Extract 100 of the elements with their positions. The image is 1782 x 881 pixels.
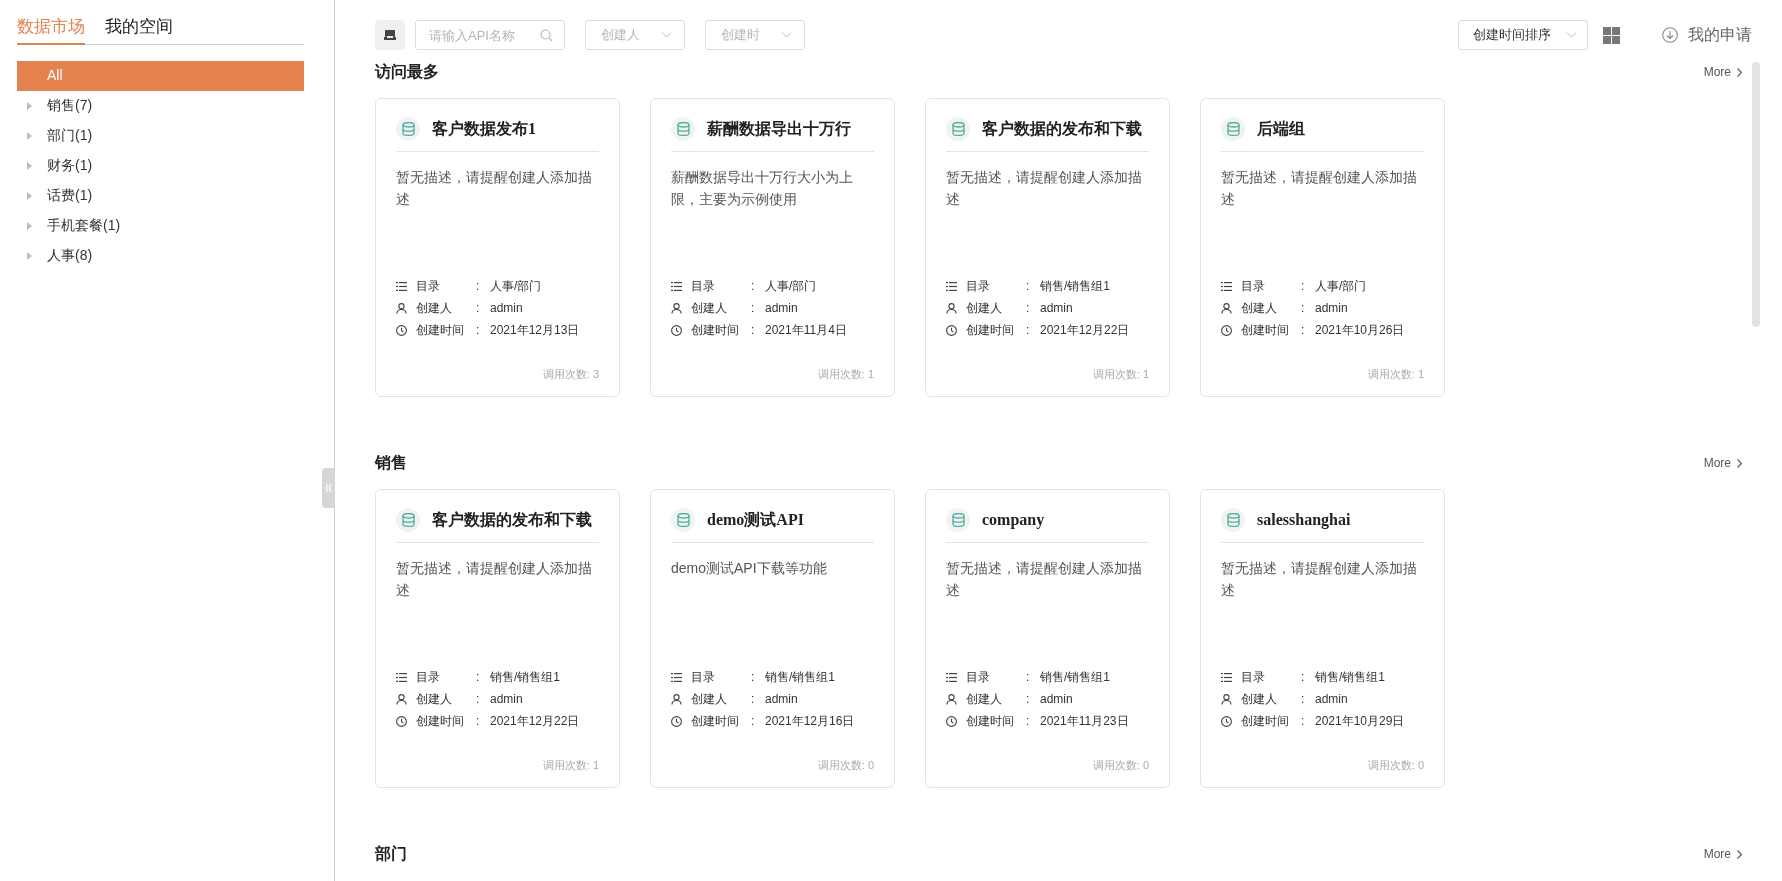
meta-label: 目录 — [691, 278, 716, 295]
meta-label: 目录 — [691, 669, 716, 686]
chevron-down-icon — [661, 32, 672, 38]
api-card[interactable]: 客户数据发布1 暂无描述，请提醒创建人添加描述 目录 : 人事/部门 创建人 : admin 创建时间 : 2021年12月13日 调用次数: 3 — [375, 98, 620, 397]
database-icon — [946, 117, 970, 141]
chevron-right-icon[interactable] — [1737, 849, 1742, 859]
call-count: 调用次数: 1 — [1092, 366, 1149, 382]
database-icon — [396, 508, 420, 532]
search-field[interactable]: 请输入API名称 — [415, 20, 565, 50]
meta-label: 目录 — [966, 669, 991, 686]
caret-right-icon[interactable] — [27, 221, 32, 230]
card-description: 薪酬数据导出十万行大小为上限，主要为示例使用 — [671, 168, 854, 209]
sidebar-tab[interactable]: 我的空间 — [105, 14, 173, 44]
meta-value: 销售/销售组1 — [1315, 669, 1385, 686]
card-title: 客户数据的发布和下载 — [982, 119, 1142, 139]
meta-label: 创建人 — [416, 300, 453, 317]
meta-value: 销售/销售组1 — [1040, 669, 1110, 686]
api-card[interactable]: 客户数据的发布和下载 暂无描述，请提醒创建人添加描述 目录 : 销售/销售组1 创建人 : admin 创建时间 : 2021年12月22日 调用次数: 1 — [375, 489, 620, 788]
meta-value: admin — [765, 691, 798, 708]
section-title: 访问最多 — [375, 62, 439, 82]
grid-view-icon[interactable] — [1603, 26, 1620, 44]
chevron-right-icon[interactable] — [1737, 458, 1742, 468]
my-requests-link[interactable]: 我的申请 — [1688, 23, 1752, 47]
meta-value: admin — [765, 300, 798, 317]
caret-right-icon[interactable] — [27, 101, 32, 110]
user-icon — [1221, 302, 1232, 314]
meta-colon: : — [751, 691, 756, 708]
meta-value: 销售/销售组1 — [490, 669, 560, 686]
tree-item[interactable]: 手机套餐(1) — [17, 210, 304, 241]
user-icon — [396, 693, 407, 705]
tree-item[interactable]: 销售(7) — [17, 90, 304, 121]
meta-value: 销售/销售组1 — [765, 669, 835, 686]
meta-label: 创建时间 — [966, 713, 1015, 730]
clock-icon — [1221, 324, 1232, 336]
user-icon — [671, 693, 682, 705]
meta-label: 目录 — [1241, 669, 1266, 686]
clock-icon — [946, 715, 957, 727]
meta-label: 目录 — [1241, 278, 1266, 295]
api-card[interactable]: salesshanghai 暂无描述，请提醒创建人添加描述 目录 : 销售/销售组1 创建人 : admin 创建时间 : 2021年10月29日 调用次数: 0 — [1200, 489, 1445, 788]
call-count: 调用次数: 3 — [542, 366, 599, 382]
api-card[interactable]: company 暂无描述，请提醒创建人添加描述 目录 : 销售/销售组1 创建人 : admin 创建时间 : 2021年11月23日 调用次数: 0 — [925, 489, 1170, 788]
api-card[interactable]: 后端组 暂无描述，请提醒创建人添加描述 目录 : 人事/部门 创建人 : admin 创建时间 : 2021年10月26日 调用次数: 1 — [1200, 98, 1445, 397]
scrollbar[interactable] — [1752, 62, 1760, 327]
sort-dropdown[interactable]: 创建时间排序 — [1458, 20, 1588, 50]
meta-value: 人事/部门 — [490, 278, 542, 295]
caret-right-icon[interactable] — [27, 251, 32, 260]
api-card[interactable]: 客户数据的发布和下载 暂无描述，请提醒创建人添加描述 目录 : 销售/销售组1 创建人 : admin 创建时间 : 2021年12月22日 调用次数: 1 — [925, 98, 1170, 397]
card-title: 薪酬数据导出十万行 — [707, 119, 851, 139]
meta-colon: : — [751, 669, 756, 686]
more-link[interactable]: More — [1703, 454, 1731, 472]
tree-item[interactable]: 话费(1) — [17, 180, 304, 211]
download-icon[interactable] — [1662, 27, 1678, 43]
meta-label: 创建人 — [416, 691, 453, 708]
section-title: 销售 — [375, 453, 407, 473]
call-count: 调用次数: 1 — [542, 757, 599, 773]
search-icon[interactable] — [540, 29, 553, 42]
card-title: salesshanghai — [1257, 510, 1351, 531]
meta-label: 创建人 — [691, 300, 728, 317]
database-icon — [671, 508, 695, 532]
meta-value: 2021年12月22日 — [1040, 322, 1130, 339]
more-link[interactable]: More — [1703, 63, 1731, 81]
caret-right-icon[interactable] — [27, 161, 32, 170]
meta-colon: : — [1301, 300, 1306, 317]
meta-colon: : — [751, 300, 756, 317]
meta-colon: : — [476, 713, 481, 730]
clock-icon — [396, 715, 407, 727]
chevron-right-icon[interactable] — [1737, 67, 1742, 77]
meta-value: 2021年11月23日 — [1040, 713, 1129, 730]
database-icon — [671, 117, 695, 141]
meta-label: 创建人 — [966, 300, 1003, 317]
meta-colon: : — [1026, 713, 1031, 730]
inbox-button[interactable] — [375, 20, 405, 50]
card-title: 后端组 — [1257, 119, 1305, 139]
caret-right-icon[interactable] — [27, 191, 32, 200]
clock-icon — [396, 324, 407, 336]
meta-colon: : — [1301, 278, 1306, 295]
card-description: 暂无描述，请提醒创建人添加描述 — [1221, 168, 1418, 209]
meta-colon: : — [1026, 278, 1031, 295]
list-icon — [396, 281, 407, 291]
meta-value: 人事/部门 — [1315, 278, 1367, 295]
meta-label: 创建时间 — [691, 713, 740, 730]
call-count: 调用次数: 1 — [817, 366, 874, 382]
collapse-handle[interactable] — [322, 468, 335, 508]
meta-label: 创建人 — [966, 691, 1003, 708]
tray-icon — [384, 29, 396, 41]
api-card[interactable]: 薪酬数据导出十万行 薪酬数据导出十万行大小为上限，主要为示例使用 目录 : 人事/部门 创建人 : admin 创建时间 : 2021年11月4日 调用次数: 1 — [650, 98, 895, 397]
tree-item[interactable]: 财务(1) — [17, 150, 304, 181]
tree-item[interactable]: 人事(8) — [17, 240, 304, 271]
meta-value: admin — [1040, 691, 1073, 708]
meta-value: 人事/部门 — [765, 278, 817, 295]
meta-colon: : — [751, 322, 756, 339]
tree-item[interactable]: 部门(1) — [17, 120, 304, 151]
caret-right-icon[interactable] — [27, 131, 32, 140]
meta-label: 创建人 — [1241, 300, 1278, 317]
api-card[interactable]: demo测试API demo测试API下载等功能 目录 : 销售/销售组1 创建人 : admin 创建时间 : 2021年12月16日 调用次数: 0 — [650, 489, 895, 788]
more-link[interactable]: More — [1703, 845, 1731, 863]
database-icon — [1221, 508, 1245, 532]
database-icon — [396, 117, 420, 141]
meta-colon: : — [1301, 713, 1306, 730]
user-icon — [946, 693, 957, 705]
